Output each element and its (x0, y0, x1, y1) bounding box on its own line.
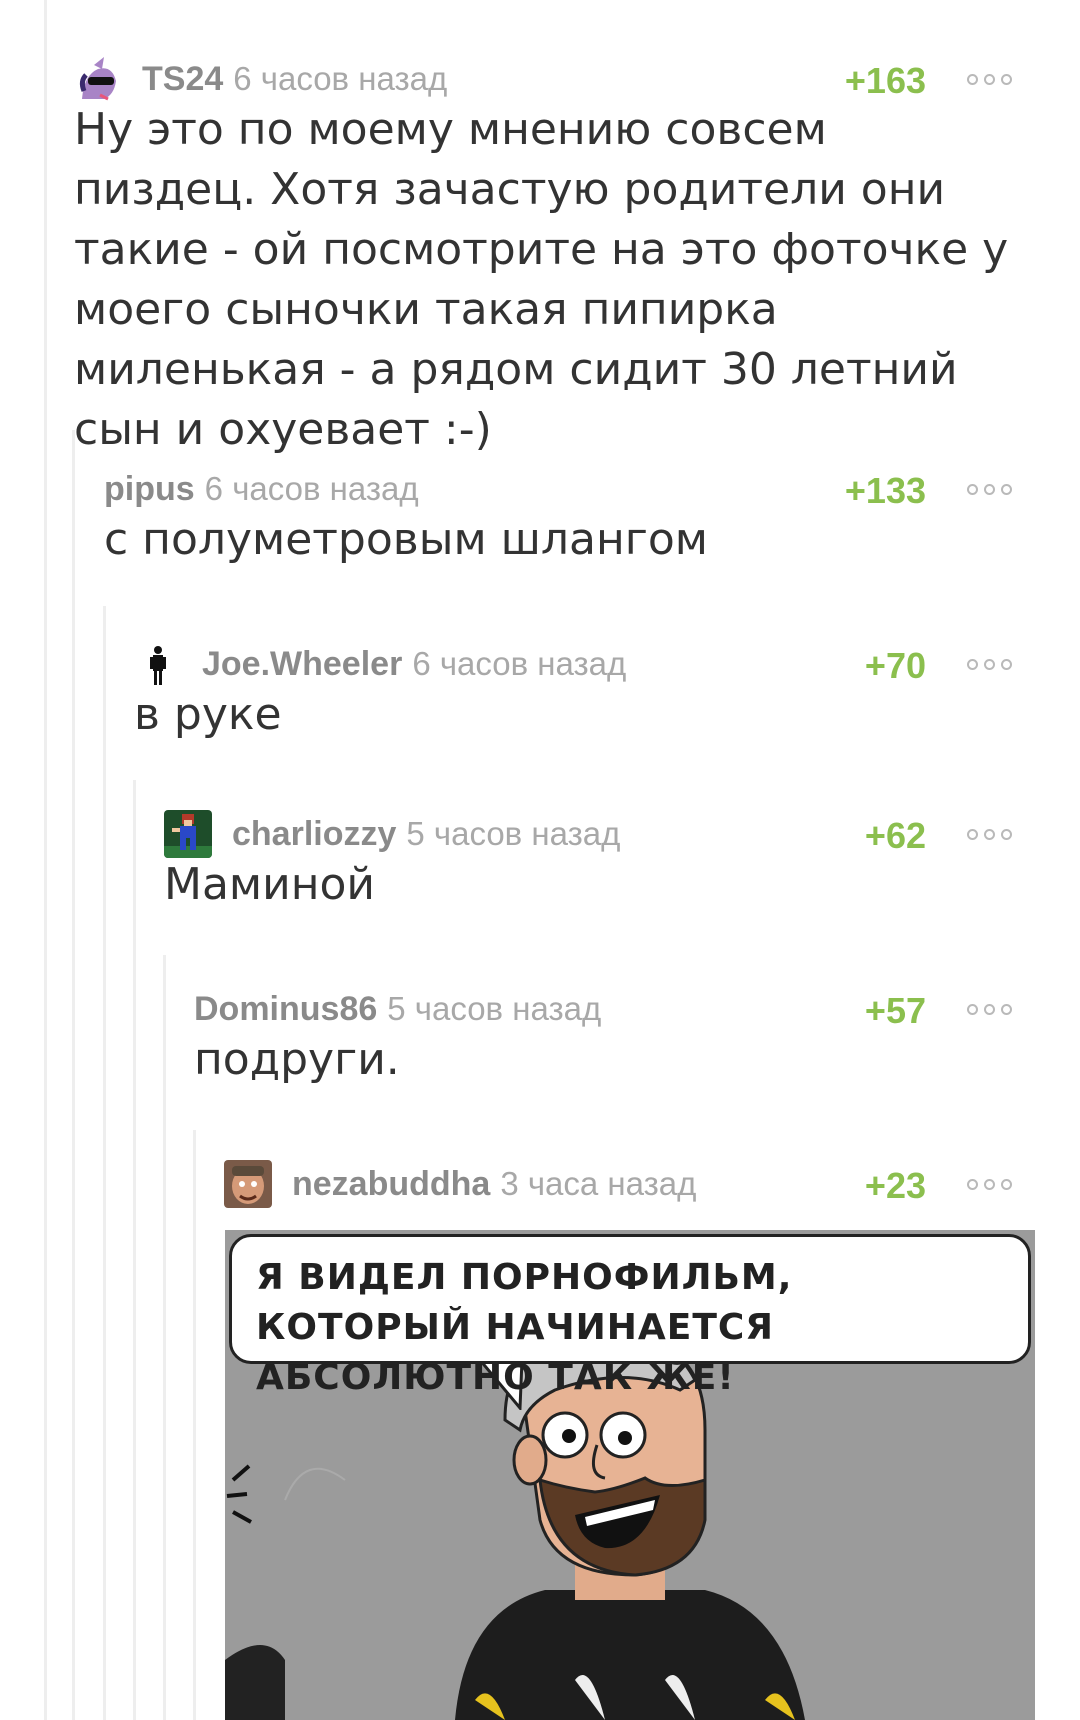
speech-bubble: Я ВИДЕЛ ПОРНОФИЛЬМ, КОТОРЫЙ НАЧИНАЕТСЯ А… (229, 1234, 1031, 1398)
thread-line (103, 606, 106, 1720)
timestamp: 5 часов назад (387, 990, 602, 1027)
pony-avatar-icon[interactable] (74, 55, 122, 103)
rating: +23 (864, 1165, 926, 1206)
pixel-character-avatar-icon[interactable] (164, 810, 212, 858)
username[interactable]: nezabuddha 3 часа назад (292, 1165, 696, 1204)
person-icon[interactable] (134, 643, 182, 691)
thread-line (72, 430, 75, 1720)
comment: TS24 6 часов назад +163 Ну это по моему м… (74, 50, 1012, 460)
username[interactable]: pipus 6 часов назад (104, 470, 419, 509)
timestamp: 6 часов назад (233, 60, 448, 97)
username[interactable]: charliozzy 5 часов назад (232, 815, 620, 854)
comment-text: Маминой (164, 859, 375, 910)
username-text[interactable]: Dominus86 (194, 990, 377, 1028)
comment-text: подруги. (194, 1034, 400, 1085)
comment-image[interactable]: Я ВИДЕЛ ПОРНОФИЛЬМ, КОТОРЫЙ НАЧИНАЕТСЯ А… (225, 1230, 1035, 1720)
username-text[interactable]: TS24 (142, 60, 223, 98)
comment-header: TS24 6 часов назад +163 (74, 50, 1012, 103)
username[interactable]: TS24 6 часов назад (142, 60, 447, 99)
rating: +133 (844, 470, 926, 511)
rating: +70 (864, 645, 926, 686)
comment: Dominus86 5 часов назад +57 подруги. (194, 980, 1012, 1090)
thread-line (133, 780, 136, 1720)
comment-text: в руке (134, 689, 282, 740)
timestamp: 5 часов назад (406, 815, 621, 852)
username-text[interactable]: charliozzy (232, 815, 396, 853)
username-text[interactable]: nezabuddha (292, 1165, 490, 1203)
thread-line (163, 955, 166, 1720)
more-options-icon[interactable] (967, 829, 1012, 840)
comment-header: Dominus86 5 часов назад +57 (194, 980, 1012, 1031)
thread-line (193, 1130, 196, 1720)
comment-header: Joe.Wheeler 6 часов назад +70 (134, 635, 1012, 691)
timestamp: 6 часов назад (204, 470, 419, 507)
comment: nezabuddha 3 часа назад +23 (224, 1155, 1012, 1208)
comment-header: pipus 6 часов назад +133 (104, 460, 1012, 511)
more-options-icon[interactable] (967, 1004, 1012, 1015)
comment: pipus 6 часов назад +133 с полуметровым ш… (104, 460, 1012, 570)
rating: +62 (864, 815, 926, 856)
rating: +163 (844, 60, 926, 101)
more-options-icon[interactable] (967, 659, 1012, 670)
comment-header: charliozzy 5 часов назад +62 (164, 805, 1012, 858)
comment-text: с полуметровым шлангом (104, 514, 708, 565)
comment-text: Ну это по моему мнению совсем пиздец. Хо… (74, 104, 1023, 455)
more-options-icon[interactable] (967, 484, 1012, 495)
comment-header: nezabuddha 3 часа назад +23 (224, 1155, 1012, 1208)
rating: +57 (864, 990, 926, 1031)
username-text[interactable]: pipus (104, 470, 195, 508)
username[interactable]: Joe.Wheeler 6 часов назад (202, 645, 626, 684)
username[interactable]: Dominus86 5 часов назад (194, 990, 601, 1029)
thread-line (44, 0, 47, 1720)
more-options-icon[interactable] (967, 74, 1012, 85)
timestamp: 6 часов назад (412, 645, 627, 682)
comment: Joe.Wheeler 6 часов назад +70 в руке (134, 635, 1012, 745)
more-options-icon[interactable] (967, 1179, 1012, 1190)
timestamp: 3 часа назад (500, 1165, 697, 1202)
comment: charliozzy 5 часов назад +62 Маминой (164, 805, 1012, 915)
cartoon-face-avatar-icon[interactable] (224, 1160, 272, 1208)
speech-text: Я ВИДЕЛ ПОРНОФИЛЬМ, КОТОРЫЙ НАЧИНАЕТСЯ А… (256, 1257, 793, 1398)
username-text[interactable]: Joe.Wheeler (202, 645, 402, 683)
